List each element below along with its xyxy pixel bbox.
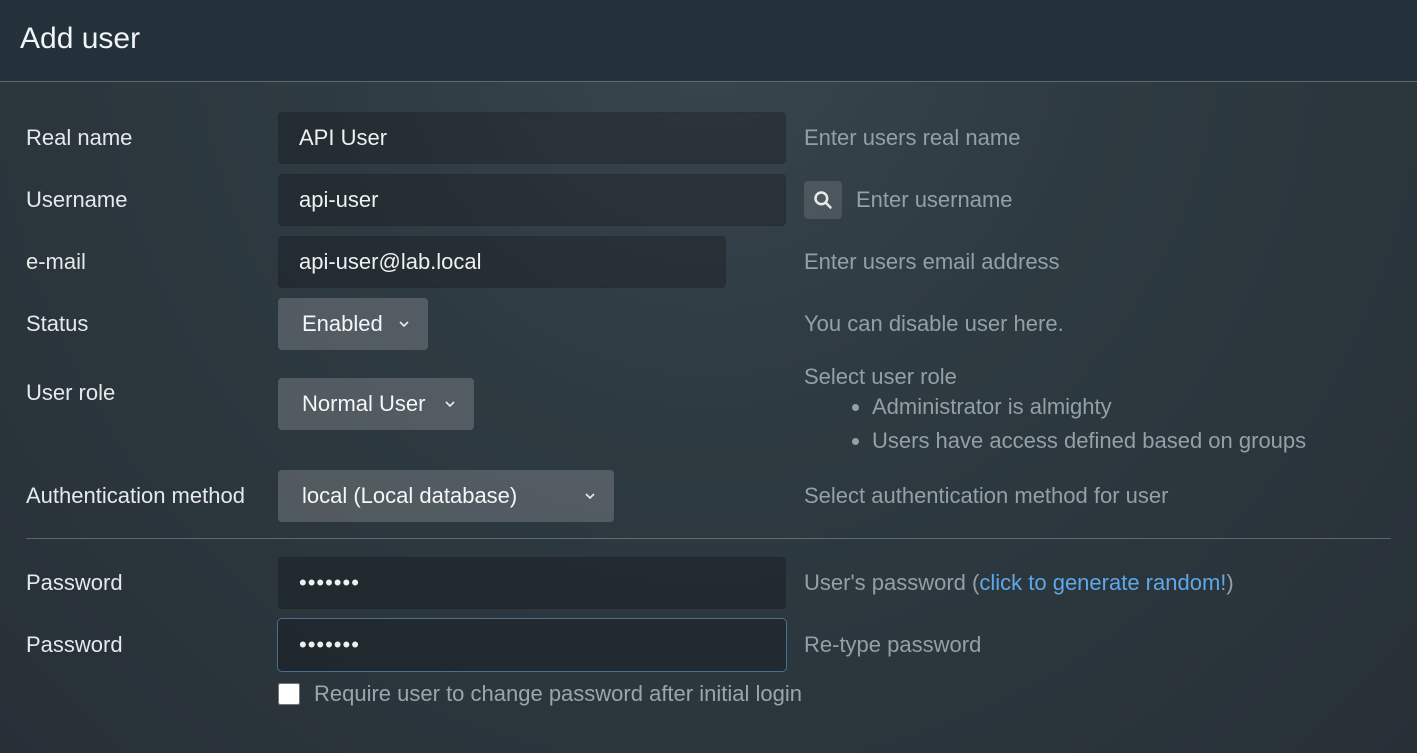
password-confirm-input[interactable]: [278, 619, 786, 671]
label-password: Password: [26, 570, 278, 596]
help-user-role: Select user role Administrator is almigh…: [786, 364, 1391, 458]
page-title: Add user: [20, 22, 140, 56]
help-user-role-item: Users have access defined based on group…: [872, 424, 1391, 458]
row-auth-method: Authentication method local (Local datab…: [26, 470, 1391, 522]
auth-method-select[interactable]: local (Local database): [278, 470, 614, 522]
section-divider: [26, 538, 1391, 539]
require-change-checkbox[interactable]: [278, 683, 300, 705]
user-role-select-value: Normal User: [302, 391, 425, 417]
row-require-change: Require user to change password after in…: [26, 681, 1391, 707]
chevron-down-icon: [582, 488, 598, 504]
auth-method-select-value: local (Local database): [302, 483, 517, 509]
generate-random-link[interactable]: click to generate random!: [979, 570, 1226, 596]
help-password: User's password (click to generate rando…: [786, 570, 1391, 596]
help-password-prefix: User's password (: [804, 570, 979, 596]
label-user-role: User role: [26, 364, 278, 406]
row-password: Password User's password (click to gener…: [26, 557, 1391, 609]
chevron-down-icon: [442, 396, 458, 412]
real-name-input[interactable]: [278, 112, 786, 164]
help-user-role-list: Administrator is almighty Users have acc…: [804, 390, 1391, 458]
chevron-down-icon: [396, 316, 412, 332]
user-role-select[interactable]: Normal User: [278, 378, 474, 430]
label-real-name: Real name: [26, 125, 278, 151]
status-select[interactable]: Enabled: [278, 298, 428, 350]
help-user-role-item: Administrator is almighty: [872, 390, 1391, 424]
label-password-confirm: Password: [26, 632, 278, 658]
label-email: e-mail: [26, 249, 278, 275]
page-header: Add user: [0, 0, 1417, 82]
help-username: Enter username: [786, 181, 1391, 219]
help-real-name: Enter users real name: [786, 125, 1391, 151]
row-real-name: Real name Enter users real name: [26, 112, 1391, 164]
help-username-text: Enter username: [856, 187, 1013, 213]
label-auth-method: Authentication method: [26, 483, 278, 509]
row-username: Username Enter username: [26, 174, 1391, 226]
search-icon[interactable]: [804, 181, 842, 219]
email-input[interactable]: [278, 236, 726, 288]
row-email: e-mail Enter users email address: [26, 236, 1391, 288]
row-password-confirm: Password Re-type password: [26, 619, 1391, 671]
help-password-confirm: Re-type password: [786, 632, 1391, 658]
label-status: Status: [26, 311, 278, 337]
label-username: Username: [26, 187, 278, 213]
username-input[interactable]: [278, 174, 786, 226]
status-select-value: Enabled: [302, 311, 383, 337]
help-status: You can disable user here.: [786, 311, 1391, 337]
add-user-form: Real name Enter users real name Username…: [0, 82, 1417, 707]
help-user-role-intro: Select user role: [804, 364, 1391, 390]
help-password-suffix: ): [1226, 570, 1233, 596]
require-change-label: Require user to change password after in…: [314, 681, 802, 707]
row-status: Status Enabled You can disable user here…: [26, 298, 1391, 350]
help-auth-method: Select authentication method for user: [786, 483, 1391, 509]
row-user-role: User role Normal User Select user role A…: [26, 360, 1391, 460]
password-input[interactable]: [278, 557, 786, 609]
help-email: Enter users email address: [726, 249, 1391, 275]
